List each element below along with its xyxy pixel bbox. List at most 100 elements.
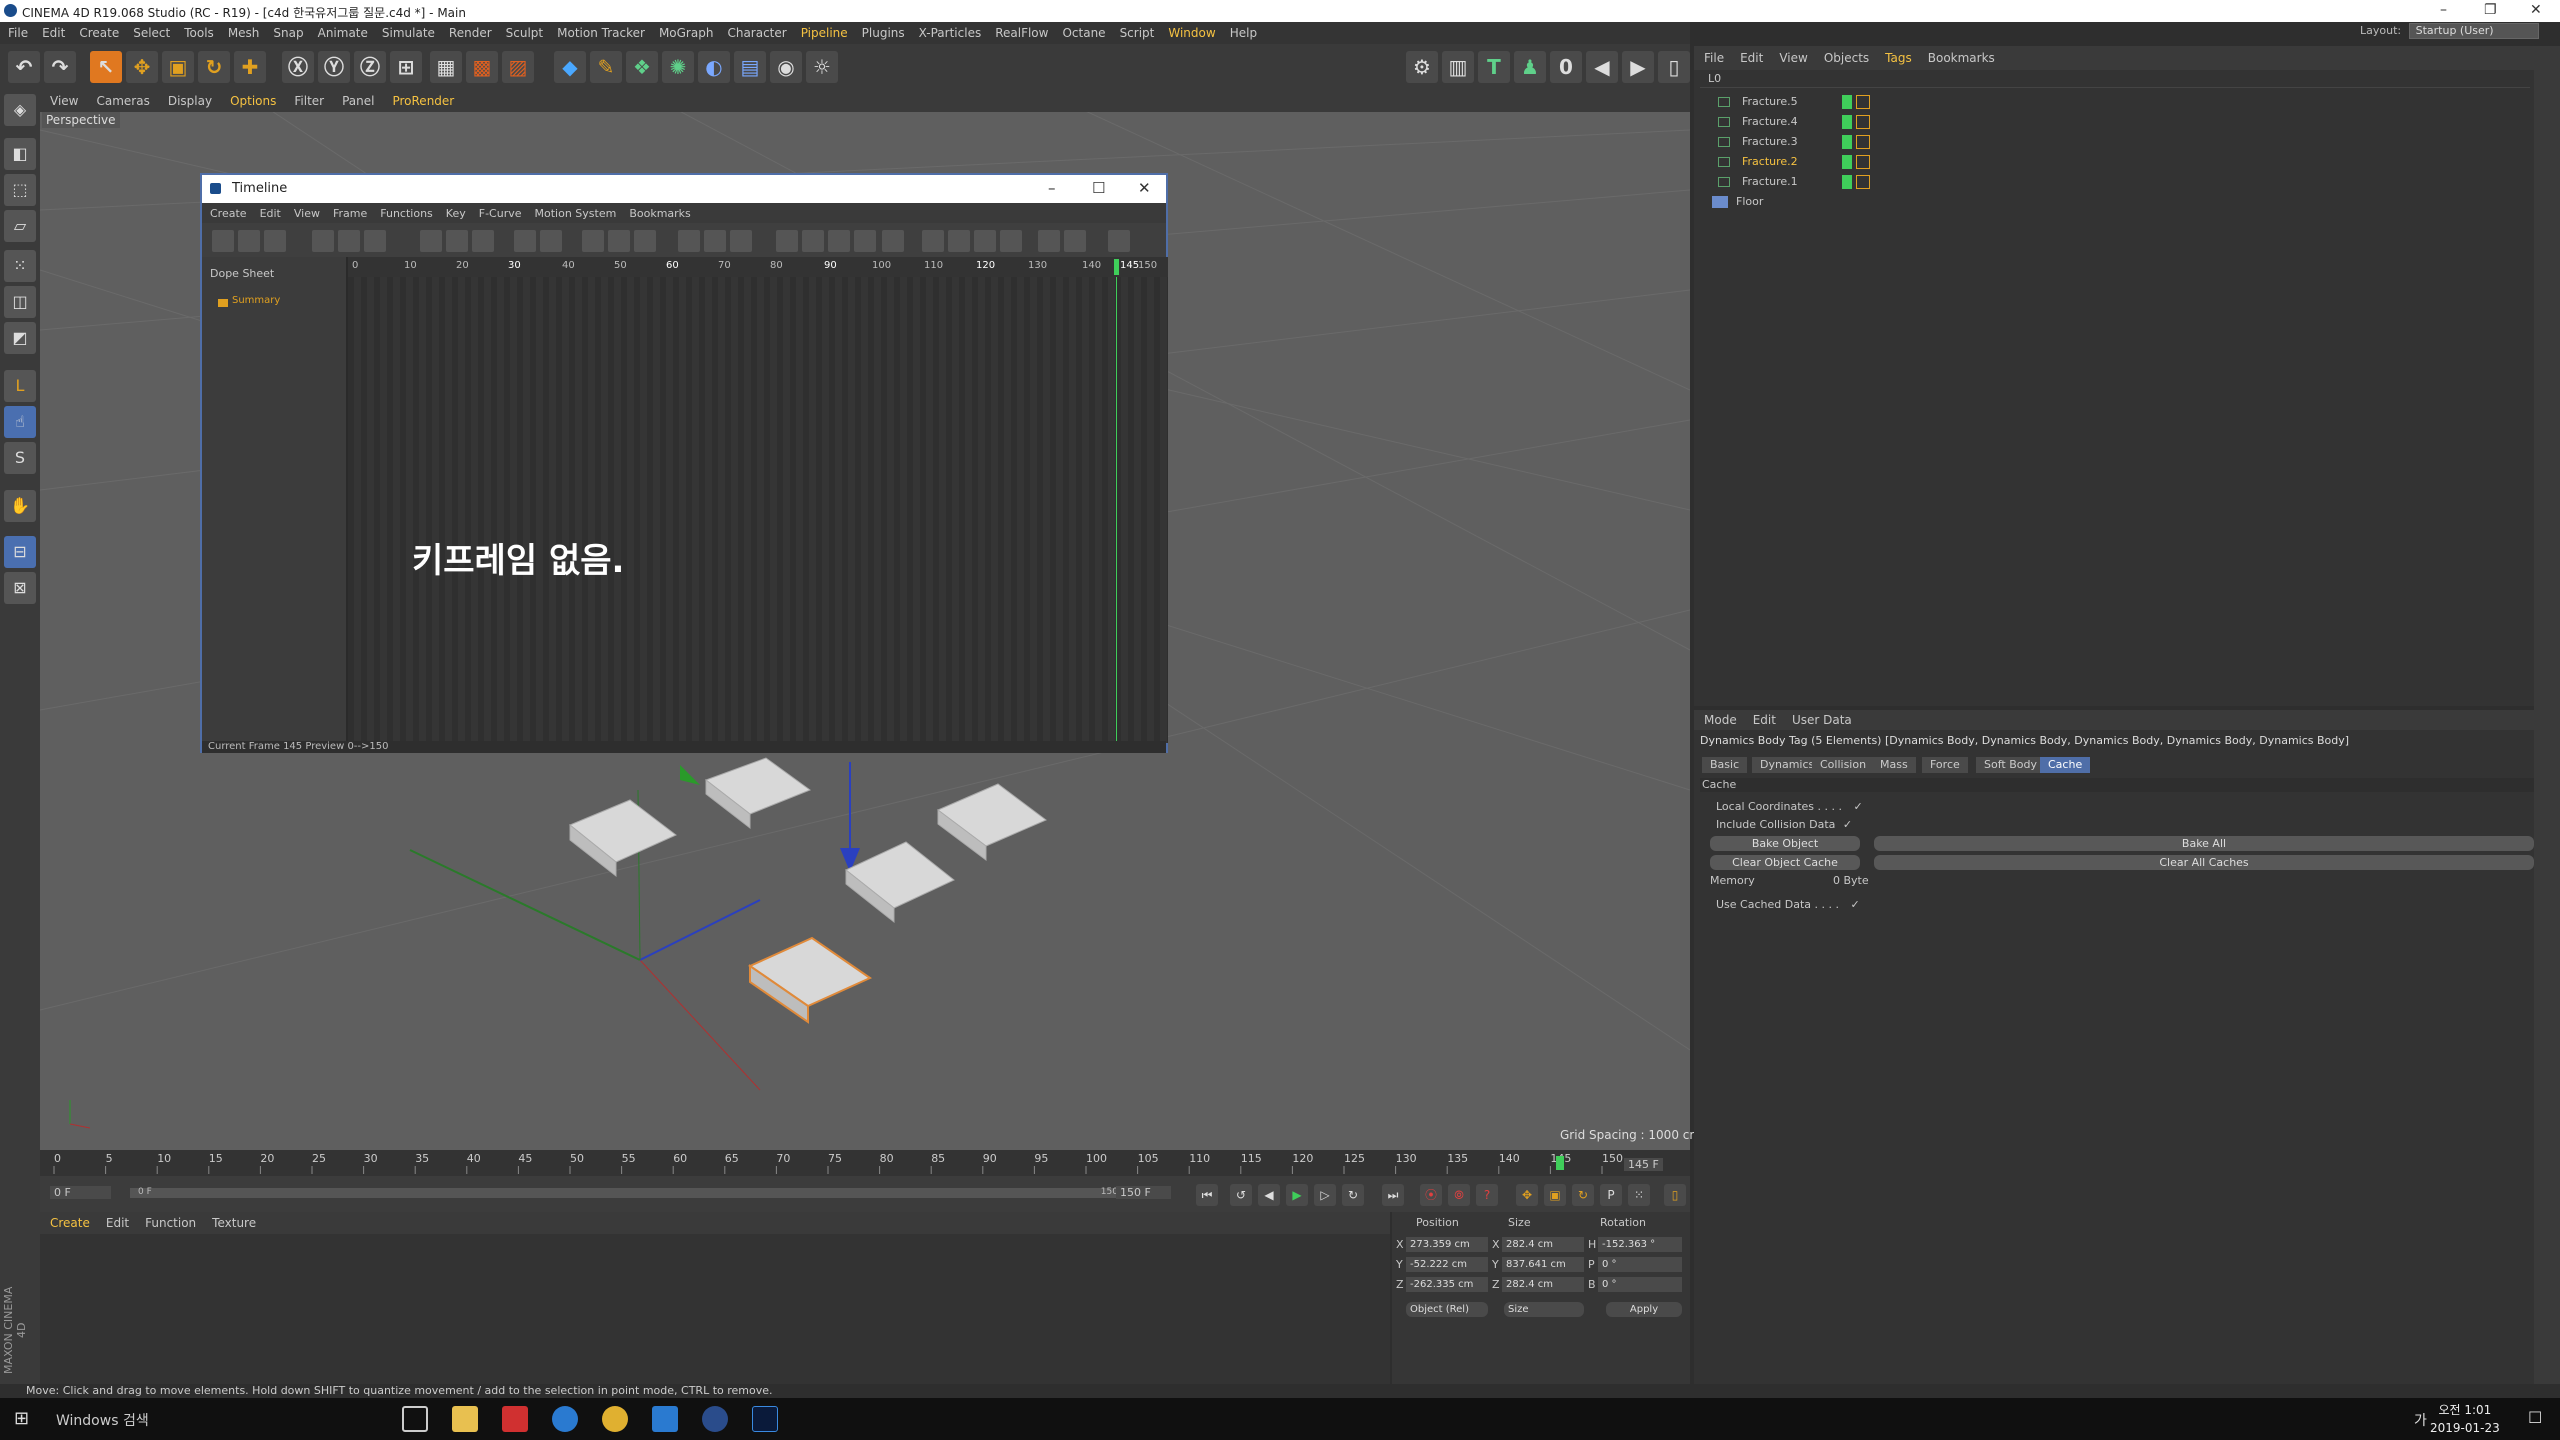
tl-menu-bookmarks[interactable]: Bookmarks xyxy=(621,203,695,220)
select-tool-icon[interactable]: ↖ xyxy=(90,51,122,83)
render-settings-icon[interactable]: ▨ xyxy=(502,51,534,83)
scale-tool-icon[interactable]: ▣ xyxy=(162,51,194,83)
rotation-h-field[interactable]: -152.363 ° xyxy=(1598,1237,1682,1252)
vp-menu-panel[interactable]: Panel xyxy=(332,90,382,108)
obj-menu-tags[interactable]: Tags xyxy=(1875,46,1918,65)
autokey-icon[interactable] xyxy=(312,230,334,252)
menu-mesh[interactable]: Mesh xyxy=(220,22,266,40)
timeline-minimize-icon[interactable]: – xyxy=(1048,179,1056,197)
menu-animate[interactable]: Animate xyxy=(310,22,374,40)
next-key-icon[interactable]: ↻ xyxy=(1342,1184,1364,1206)
fcurve-mode-icon[interactable] xyxy=(238,230,260,252)
attr-menu-mode[interactable]: Mode xyxy=(1694,710,1743,727)
menu-simulate[interactable]: Simulate xyxy=(374,22,441,40)
tl-menu-view[interactable]: View xyxy=(286,203,325,220)
menu-pipeline[interactable]: Pipeline xyxy=(793,22,854,40)
menu-octane[interactable]: Octane xyxy=(1054,22,1111,40)
add-key-icon[interactable] xyxy=(420,230,442,252)
app-red-icon[interactable] xyxy=(502,1406,528,1432)
frame-range-slider[interactable]: 0 F 150 F xyxy=(130,1187,1130,1198)
object-row[interactable]: Fracture.4 xyxy=(1700,112,2530,132)
redo-icon[interactable]: ↷ xyxy=(44,51,76,83)
floor-icon[interactable]: ▤ xyxy=(734,51,766,83)
tl-menu-functions[interactable]: Functions xyxy=(372,203,438,220)
tab-collision[interactable]: Collision xyxy=(1812,757,1875,773)
solo-mode-icon[interactable]: ⊟ xyxy=(4,536,36,568)
tl-menu-frame[interactable]: Frame xyxy=(325,203,372,220)
mat-menu-edit[interactable]: Edit xyxy=(96,1212,135,1230)
dope-sheet-icon[interactable] xyxy=(212,230,234,252)
tab-soft-body[interactable]: Soft Body xyxy=(1976,757,2045,773)
mat-menu-create[interactable]: Create xyxy=(40,1212,96,1230)
step-interp-icon[interactable] xyxy=(608,230,630,252)
tab-cache[interactable]: Cache xyxy=(2040,757,2091,773)
linear-interp-icon[interactable] xyxy=(582,230,604,252)
menu-snap[interactable]: Snap xyxy=(265,22,309,40)
workplane-icon[interactable]: ▥ xyxy=(1442,51,1474,83)
internet-explorer-icon[interactable] xyxy=(552,1406,578,1432)
z-axis-icon[interactable]: Ⓩ xyxy=(354,51,386,83)
windows-start-icon[interactable]: ⊞ xyxy=(14,1408,29,1429)
overshoot-icon[interactable] xyxy=(922,230,944,252)
coordinate-system-icon[interactable]: ⊞ xyxy=(390,51,422,83)
apply-button[interactable]: Apply xyxy=(1606,1302,1682,1317)
autokeying-icon[interactable]: ⦾ xyxy=(1448,1184,1470,1206)
ease-out-icon[interactable] xyxy=(704,230,726,252)
figure-icon[interactable]: ♟ xyxy=(1514,51,1546,83)
bake-object-button[interactable]: Bake Object xyxy=(1710,836,1860,851)
taskbar-clock[interactable]: 오전 1:01 2019-01-23 xyxy=(2430,1401,2500,1437)
break-tangent-icon[interactable] xyxy=(776,230,798,252)
menu-script[interactable]: Script xyxy=(1112,22,1161,40)
record-keys-icon[interactable]: ⦿ xyxy=(1420,1184,1442,1206)
model-mode-icon[interactable]: ◧ xyxy=(4,138,36,170)
clear-object-cache-button[interactable]: Clear Object Cache xyxy=(1710,855,1860,870)
ime-indicator[interactable]: 가 xyxy=(2414,1410,2427,1430)
dynamics-tag-icon[interactable] xyxy=(1856,115,1870,129)
coord-mode-dropdown[interactable]: Object (Rel) xyxy=(1406,1302,1488,1317)
tl-menu-create[interactable]: Create xyxy=(202,203,252,220)
menu-file[interactable]: File xyxy=(0,22,34,40)
vp-menu-cameras[interactable]: Cameras xyxy=(86,90,157,108)
subdivision-icon[interactable]: ❖ xyxy=(626,51,658,83)
rotation-p-field[interactable]: 0 ° xyxy=(1598,1257,1682,1272)
move-tool-icon[interactable]: ✥ xyxy=(126,51,158,83)
back-arrow-icon[interactable]: ◀ xyxy=(1586,51,1618,83)
clamp-icon[interactable] xyxy=(948,230,970,252)
photoshop-icon[interactable] xyxy=(752,1406,778,1432)
keyframe-selection-icon[interactable]: ? xyxy=(1476,1184,1498,1206)
menu-x-particles[interactable]: X-Particles xyxy=(911,22,988,40)
x-axis-icon[interactable]: Ⓧ xyxy=(282,51,314,83)
dynamics-tag-icon[interactable] xyxy=(1856,135,1870,149)
menu-window[interactable]: Window xyxy=(1160,22,1221,40)
object-row[interactable]: Fracture.1 xyxy=(1700,172,2530,192)
close-icon[interactable]: ✕ xyxy=(2530,2,2542,18)
menu-character[interactable]: Character xyxy=(719,22,792,40)
play-icon[interactable]: ▶ xyxy=(1286,1184,1308,1206)
visibility-dot-icon[interactable] xyxy=(1842,115,1852,129)
menu-render[interactable]: Render xyxy=(441,22,498,40)
dynamics-tag-icon[interactable] xyxy=(1856,95,1870,109)
key-scale-icon[interactable]: ▣ xyxy=(1544,1184,1566,1206)
forward-arrow-icon[interactable]: ▶ xyxy=(1622,51,1654,83)
edge-icon[interactable] xyxy=(652,1406,678,1432)
zero-angle-icon[interactable] xyxy=(854,230,876,252)
snapping-icon[interactable]: S xyxy=(4,442,36,474)
vp-menu-display[interactable]: Display xyxy=(158,90,220,108)
current-frame-field[interactable]: 145 F xyxy=(1624,1158,1663,1171)
tl-menu-key[interactable]: Key xyxy=(438,203,471,220)
key-paste-icon[interactable] xyxy=(540,230,562,252)
rotation-b-field[interactable]: 0 ° xyxy=(1598,1277,1682,1292)
position-x-field[interactable]: 273.359 cm xyxy=(1406,1237,1488,1252)
bottom-timeline-ruler[interactable]: 0 5 10 15 20 25 30 35 40 45 50 55 60 65 70 75 80 85 90 95 10… xyxy=(40,1150,1690,1176)
menu-help[interactable]: Help xyxy=(1222,22,1263,40)
bottom-playhead-marker[interactable] xyxy=(1556,1156,1564,1170)
vp-menu-prorender[interactable]: ProRender xyxy=(382,90,462,108)
tl-menu-fcurve[interactable]: F-Curve xyxy=(471,203,527,220)
timeline-window-icon[interactable]: ▯ xyxy=(1664,1184,1686,1206)
menu-realflow[interactable]: RealFlow xyxy=(987,22,1054,40)
restore-icon[interactable]: ❐ xyxy=(2484,2,2497,18)
size-y-field[interactable]: 837.641 cm xyxy=(1502,1257,1584,1272)
timeline-maximize-icon[interactable]: ☐ xyxy=(1092,179,1105,197)
key-pla-icon[interactable]: ⁙ xyxy=(1628,1184,1650,1206)
undo-icon[interactable]: ↶ xyxy=(8,51,40,83)
